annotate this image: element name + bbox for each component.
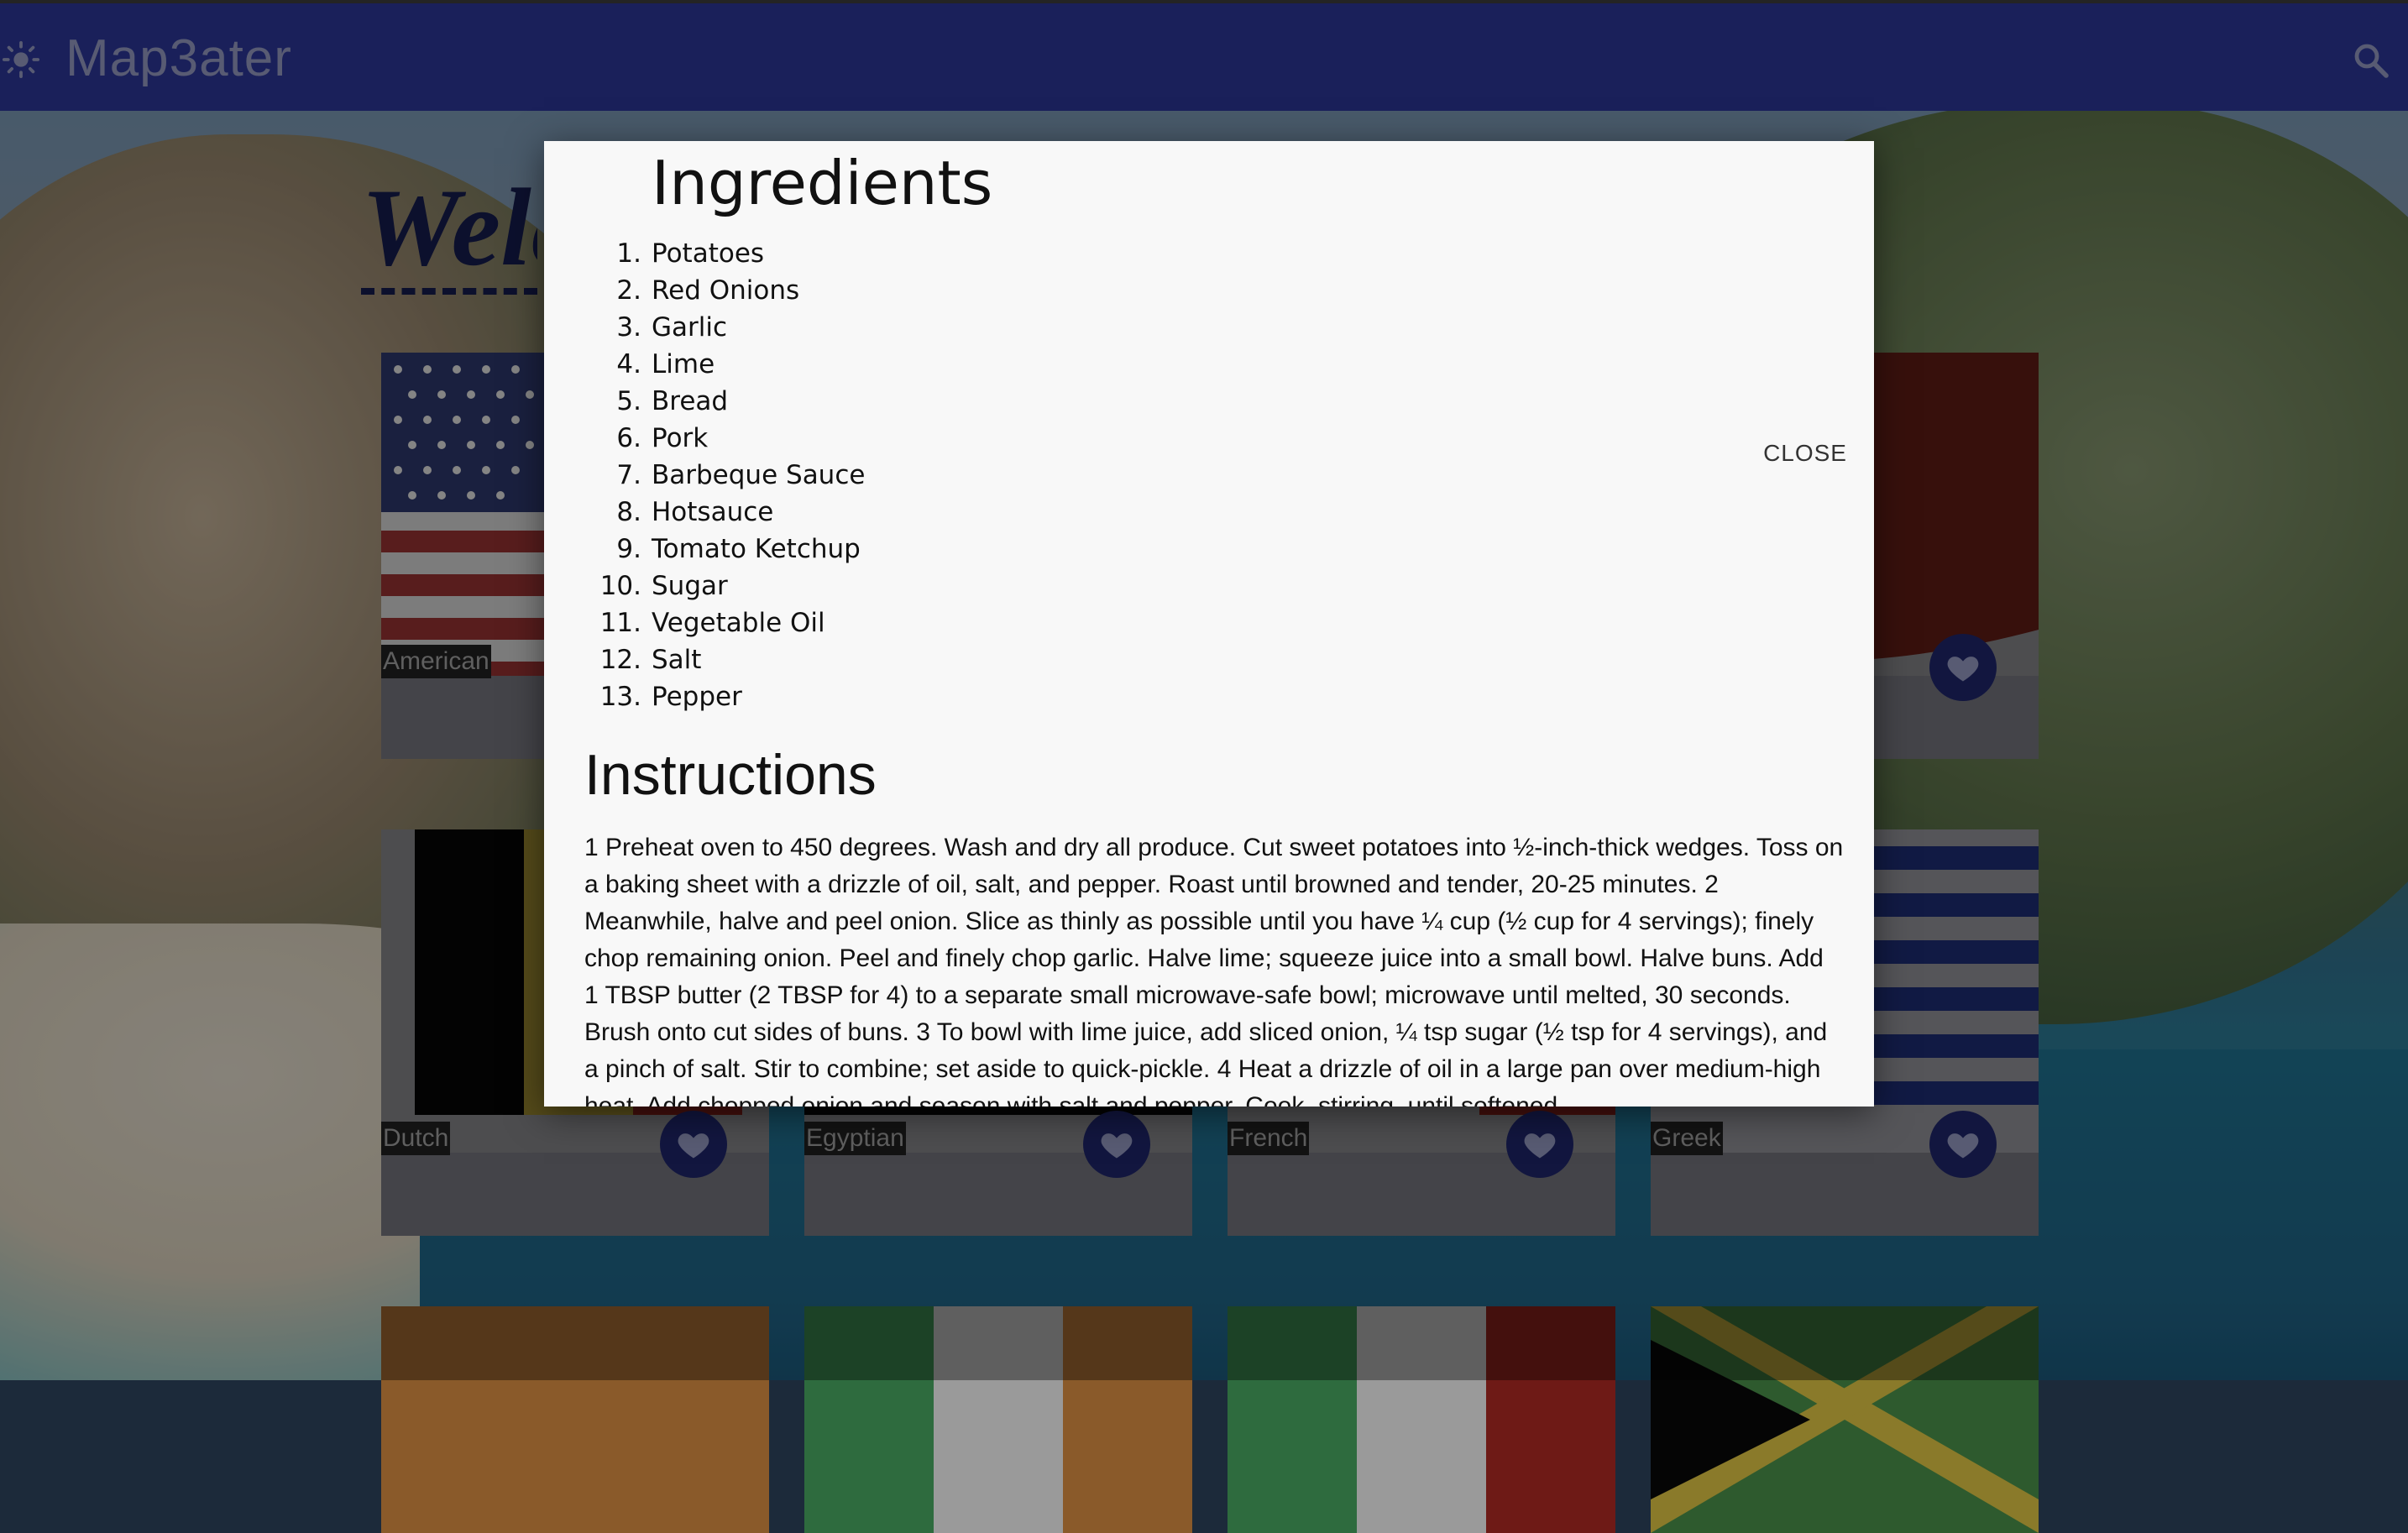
- list-item: 12. Salt: [599, 645, 702, 675]
- list-item: 1. Potatoes: [616, 238, 765, 269]
- list-item: 9. Tomato Ketchup: [616, 534, 861, 564]
- list-item: 10. Sugar: [599, 571, 728, 601]
- list-item: 7. Barbeque Sauce: [616, 460, 866, 490]
- list-item: 4. Lime: [616, 349, 715, 379]
- ingredients-heading: Ingredients: [652, 148, 993, 218]
- instructions-text: 1 Preheat oven to 450 degrees. Wash and …: [584, 834, 1844, 1107]
- ingredients-list: 1. Potatoes 2. Red Onions 3. Garlic 4. Lime …: [599, 235, 866, 715]
- instructions-heading: Instructions: [584, 743, 877, 807]
- recipe-modal: Ingredients CLOSE 1. Potatoes 2. Red Onion…: [544, 141, 1874, 1107]
- list-item: 2. Red Onions: [616, 275, 800, 306]
- close-button[interactable]: CLOSE: [1763, 440, 1847, 467]
- list-item: 13. Pepper: [599, 682, 742, 712]
- list-item: 6. Pork: [616, 423, 709, 453]
- list-item: 11. Vegetable Oil: [599, 608, 825, 638]
- list-item: 3. Garlic: [616, 312, 728, 343]
- list-item: 8. Hotsauce: [616, 497, 774, 527]
- list-item: 5. Bread: [616, 386, 729, 416]
